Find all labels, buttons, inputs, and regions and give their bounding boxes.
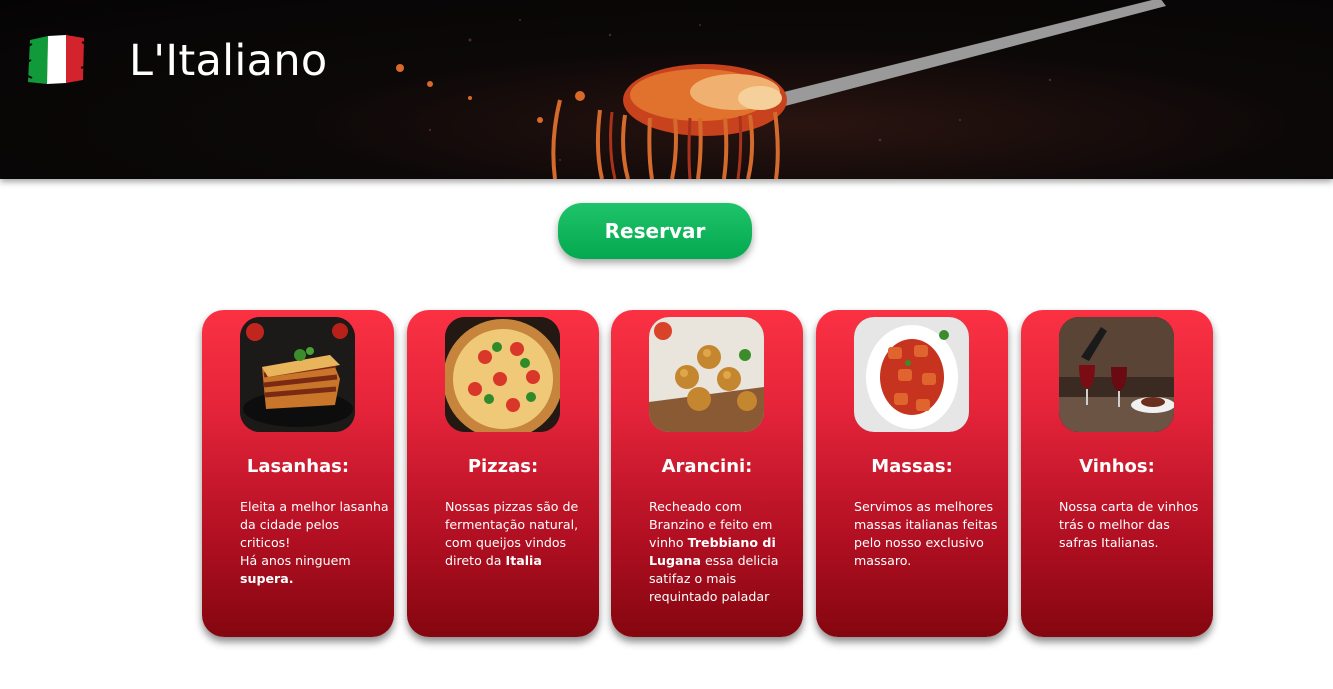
- card-description-text: Nossa carta de vinhos trás o melhor das …: [1059, 499, 1199, 550]
- card-description: Nossa carta de vinhos trás o melhor das …: [1059, 498, 1209, 552]
- card-vinhos: Vinhos: Nossa carta de vinhos trás o mel…: [1021, 310, 1213, 637]
- card-title: Vinhos:: [1079, 456, 1155, 477]
- brand-title: L'Italiano: [129, 36, 328, 86]
- card-arancini: Arancini: Recheado com Branzino e feito …: [611, 310, 803, 637]
- card-title: Massas:: [871, 456, 953, 477]
- spaghetti-fork-image: [396, 0, 1166, 179]
- card-description: Nossas pizzas são de fermentação natural…: [445, 498, 595, 570]
- card-description-text: Eleita a melhor lasanha da cidade pelos …: [240, 499, 389, 550]
- italian-flag-icon: [26, 35, 86, 84]
- pizza-photo: [445, 317, 560, 432]
- card-description-text: Há anos ninguem: [240, 553, 351, 568]
- card-description: Eleita a melhor lasanha da cidade pelos …: [240, 498, 390, 588]
- pasta-photo: [854, 317, 969, 432]
- card-title: Arancini:: [661, 456, 753, 477]
- hero-banner: L'Italiano: [0, 0, 1333, 179]
- card-description-bold: supera.: [240, 571, 294, 586]
- card-pizzas: Pizzas: Nossas pizzas são de fermentação…: [407, 310, 599, 637]
- card-description-text: Servimos as melhores massas italianas fe…: [854, 499, 998, 568]
- card-title: Pizzas:: [467, 456, 539, 477]
- card-title: Lasanhas:: [246, 456, 350, 477]
- wine-photo: [1059, 317, 1174, 432]
- reserve-button[interactable]: Reservar: [558, 203, 752, 259]
- card-description: Servimos as melhores massas italianas fe…: [854, 498, 1004, 570]
- card-lasanhas: Lasanhas: Eleita a melhor lasanha da cid…: [202, 310, 394, 637]
- card-description-bold: Italia: [505, 553, 542, 568]
- card-massas: Massas: Servimos as melhores massas ital…: [816, 310, 1008, 637]
- card-description: Recheado com Branzino e feito em vinho T…: [649, 498, 799, 606]
- lasagna-photo: [240, 317, 355, 432]
- arancini-photo: [649, 317, 764, 432]
